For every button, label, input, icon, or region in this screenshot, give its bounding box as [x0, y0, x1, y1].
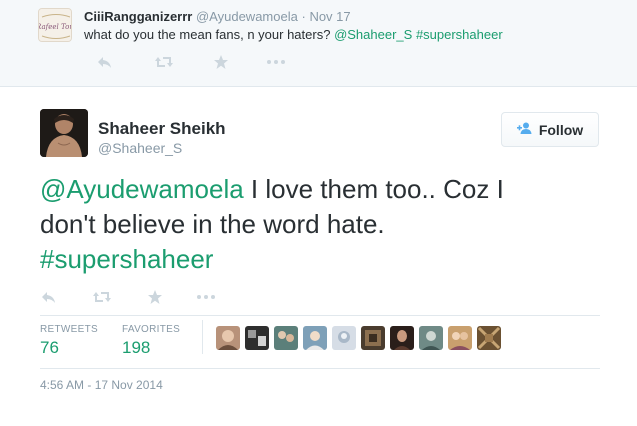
parent-display-name[interactable]: CiiiRangganizerrr — [84, 9, 192, 24]
parent-text-body: what do you the mean fans, n your haters… — [84, 27, 331, 42]
favorite-icon[interactable] — [146, 288, 164, 306]
avatar-script-text: Rafeel Tom — [39, 23, 72, 31]
parent-tweet: Rafeel Tom CiiiRangganizerrr @Ayudewamoe… — [0, 0, 637, 87]
favoriter-avatar[interactable] — [245, 326, 269, 350]
parent-hashtag-link[interactable]: #supershaheer — [416, 27, 503, 42]
main-hashtag-link[interactable]: #supershaheer — [40, 242, 560, 277]
favorites-label: FAVORITES — [122, 324, 181, 335]
favoriter-avatar[interactable] — [419, 326, 443, 350]
favoriter-avatar[interactable] — [448, 326, 472, 350]
main-text-line-1: @Ayudewamoela I love them too.. Coz I — [40, 172, 560, 207]
favoriter-avatar[interactable] — [390, 326, 414, 350]
main-display-name[interactable]: Shaheer Sheikh — [98, 119, 226, 139]
parent-time[interactable]: Nov 17 — [309, 9, 350, 24]
reply-icon[interactable] — [40, 288, 58, 306]
more-icon[interactable] — [266, 53, 285, 71]
favoriter-avatar[interactable] — [477, 326, 501, 350]
favorite-icon[interactable] — [212, 53, 230, 71]
favoriter-avatar[interactable] — [216, 326, 240, 350]
main-handle[interactable]: @Shaheer_S — [98, 140, 182, 156]
follow-button[interactable]: Follow — [501, 112, 599, 147]
parent-tweet-text: what do you the mean fans, n your haters… — [84, 27, 503, 42]
parent-handle[interactable]: @Ayudewamoela — [196, 9, 298, 24]
parent-header: CiiiRangganizerrr @Ayudewamoela · Nov 17 — [84, 9, 351, 24]
main-text-line-2: don't believe in the word hate. — [40, 209, 385, 239]
main-tweet-text: @Ayudewamoela I love them too.. Coz I do… — [40, 172, 560, 277]
parent-mention-link[interactable]: @Shaheer_S — [334, 27, 412, 42]
parent-separator: · — [301, 9, 306, 24]
favoriter-avatar[interactable] — [274, 326, 298, 350]
retweet-icon[interactable] — [154, 53, 173, 71]
favorites-count[interactable]: 198 — [122, 338, 150, 358]
more-icon[interactable] — [196, 288, 215, 306]
favoriter-avatar[interactable] — [303, 326, 327, 350]
tweet-stats: RETWEETS 76 FAVORITES 198 — [40, 315, 600, 369]
parent-avatar[interactable]: Rafeel Tom — [38, 8, 72, 42]
follow-person-icon — [516, 121, 533, 139]
reply-icon[interactable] — [96, 53, 114, 71]
favoriter-avatar[interactable] — [332, 326, 356, 350]
follow-label: Follow — [538, 121, 584, 138]
retweets-count[interactable]: 76 — [40, 338, 59, 358]
main-avatar[interactable] — [40, 109, 88, 157]
stats-divider — [202, 320, 203, 354]
main-text-line-1-body: I love them too.. Coz I — [243, 174, 504, 204]
retweets-label: RETWEETS — [40, 324, 98, 335]
tweet-timestamp[interactable]: 4:56 AM - 17 Nov 2014 — [40, 378, 163, 392]
main-mention-link[interactable]: @Ayudewamoela — [40, 174, 244, 204]
retweet-icon[interactable] — [92, 288, 111, 306]
favoriter-avatar[interactable] — [361, 326, 385, 350]
